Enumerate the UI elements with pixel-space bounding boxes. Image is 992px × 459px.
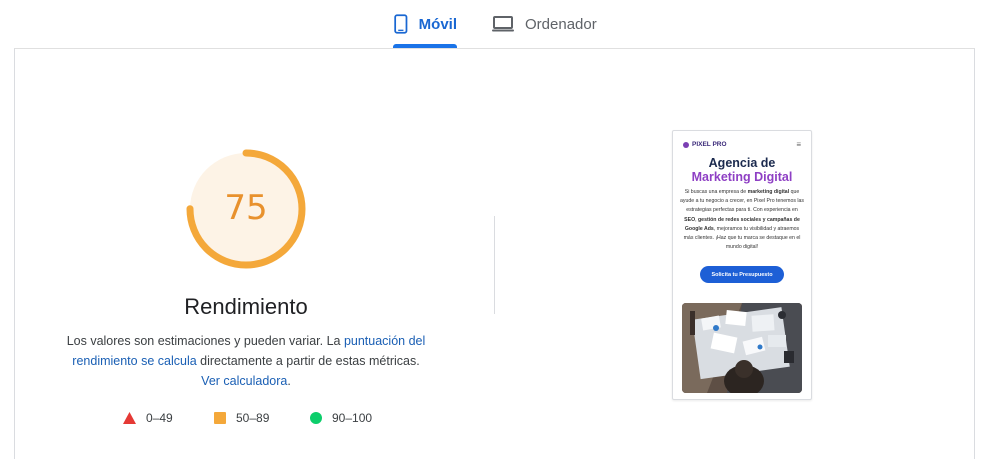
screenshot-body-segment: marketing digital [747,189,790,195]
screenshot-brand: PIXEL PRO [692,141,727,148]
screenshot-body-segment: SEO [684,216,696,223]
logo-mark-icon [683,141,689,148]
tab-mobile[interactable]: Móvil [393,0,457,48]
office-meeting-photo [682,303,802,393]
calculator-link[interactable]: Ver calculadora [201,374,287,388]
device-tabs: Móvil Ordenador [0,0,992,48]
tab-desktop-label: Ordenador [525,15,597,33]
square-icon [214,412,226,424]
legend-fail: 0–49 [123,411,173,425]
screenshot-heading-line1: Agencia de [708,156,776,170]
legend-pass: 90–100 [310,411,372,425]
screenshot-body-segment: Si buscas una empresa de [684,189,748,195]
legend-average-label: 50–89 [236,411,270,425]
tab-desktop[interactable]: Ordenador [491,0,597,48]
screenshot-heading: Agencia de Marketing Digital [673,156,811,184]
screenshot-hero-image [682,303,802,393]
page-screenshot: PIXEL PRO ≡ Agencia de Marketing Digital… [672,130,812,400]
circle-icon [310,412,322,424]
vertical-divider [494,216,495,314]
desc-text-3: . [287,374,291,388]
screenshot-logo: PIXEL PRO [683,141,727,148]
score-description: Los valores son estimaciones y pueden va… [62,331,430,391]
screenshot-cta-button: Solicita tu Presupuesto [700,266,784,283]
legend-pass-label: 90–100 [332,411,373,425]
category-title: Rendimiento [184,294,308,319]
score-value: 75 [224,188,268,228]
tab-mobile-label: Móvil [418,15,457,33]
desc-text-1: Los valores son estimaciones y pueden va… [66,334,344,348]
desc-text-2: directamente a partir de estas métricas. [196,354,420,368]
laptop-icon [492,16,514,32]
screenshot-navbar: PIXEL PRO ≡ [673,131,811,157]
legend-average: 50–89 [214,411,269,425]
screenshot-body-segment: gestión de redes sociales [698,216,762,223]
triangle-icon [123,412,136,424]
legend-fail-label: 0–49 [146,411,173,425]
hamburger-icon: ≡ [796,140,801,149]
screenshot-heading-line2: Marketing Digital [691,170,793,184]
screenshot-body-text: Si buscas una empresa de marketing digit… [680,188,804,252]
smartphone-icon [394,14,408,34]
